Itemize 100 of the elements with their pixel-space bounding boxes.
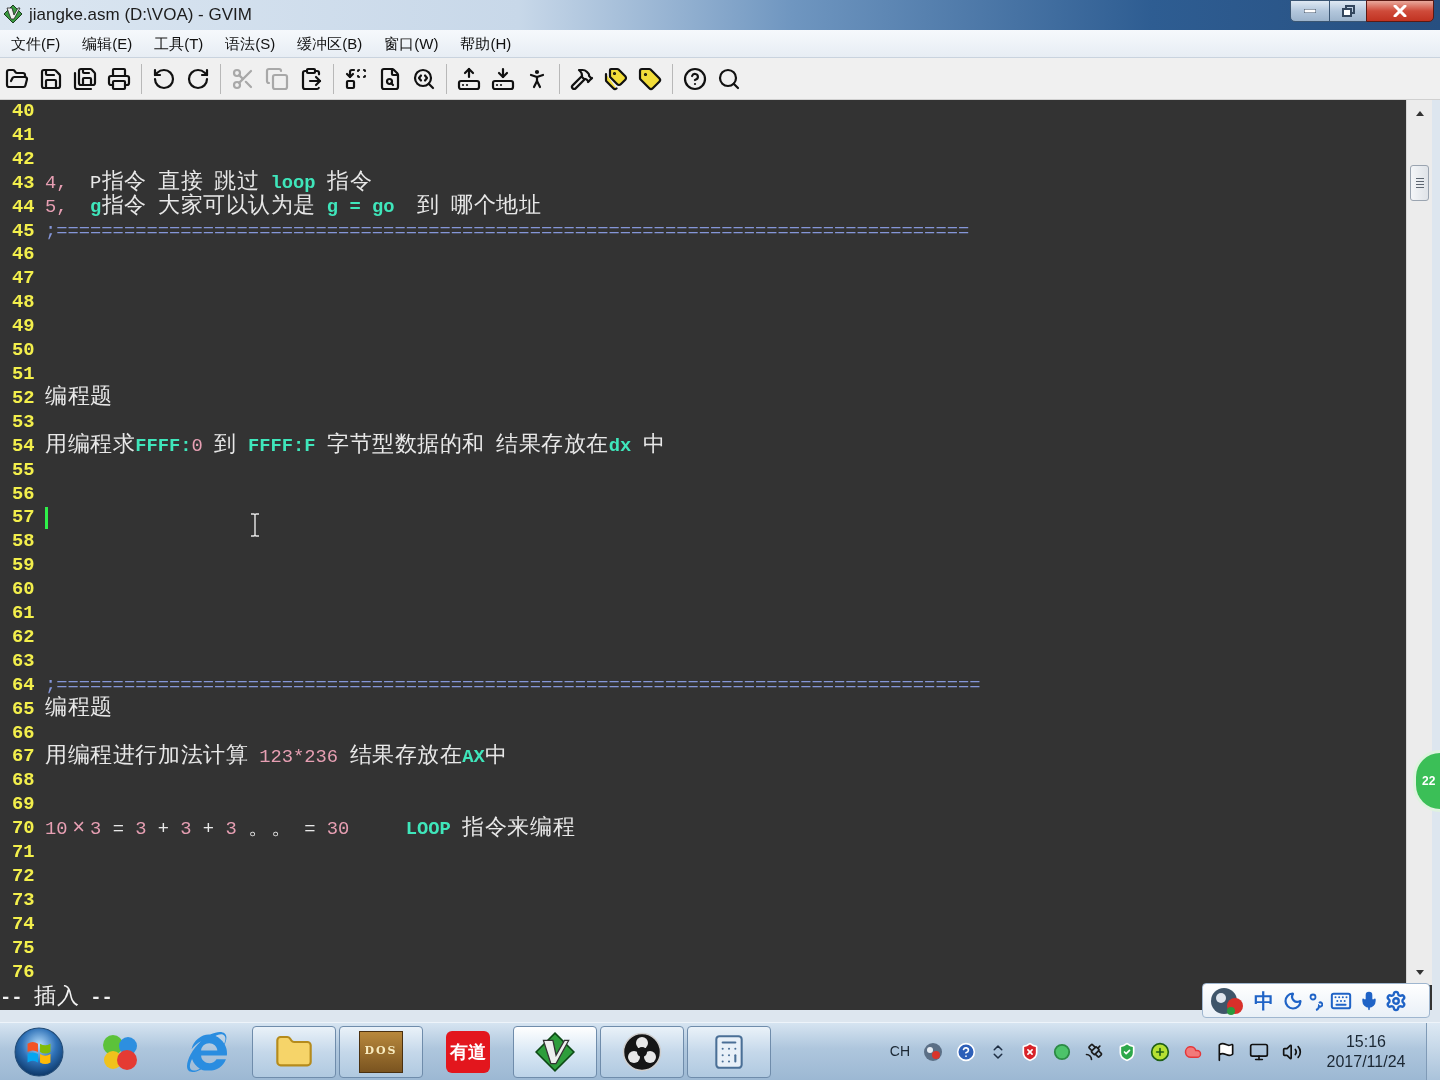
line-number: 74 bbox=[11, 912, 36, 937]
copy-icon bbox=[265, 66, 289, 91]
code-search-icon bbox=[412, 66, 436, 91]
save-all-icon bbox=[73, 66, 97, 91]
line-number: 59 bbox=[11, 554, 36, 579]
line-number: 54 bbox=[11, 434, 36, 459]
down-arrow-icon bbox=[1415, 969, 1424, 975]
start-orb-icon[interactable] bbox=[14, 1026, 64, 1077]
line-number: 58 bbox=[11, 530, 36, 555]
undo-icon bbox=[152, 66, 176, 91]
line-number: 45 bbox=[11, 219, 36, 244]
code-line: ;================================================================================= bbox=[45, 219, 970, 244]
minimize-icon bbox=[1304, 9, 1316, 13]
code-line: 编程题 bbox=[45, 697, 113, 723]
line-number: 41 bbox=[11, 123, 36, 148]
line-number: 73 bbox=[11, 888, 36, 913]
replace-icon bbox=[344, 66, 368, 91]
upload-icon bbox=[457, 66, 481, 91]
close-icon bbox=[1393, 5, 1407, 17]
restore-icon bbox=[1341, 5, 1355, 17]
circle-logo-icon bbox=[622, 1031, 662, 1072]
code-line: 用编程进行加法计算 123*236 结果存放在AX中 bbox=[45, 744, 508, 770]
line-number: 57 bbox=[11, 506, 36, 531]
line-number: 47 bbox=[11, 267, 36, 292]
app-icon bbox=[3, 4, 23, 24]
diamond-logo-icon bbox=[534, 1030, 576, 1073]
code-line: 编程题 bbox=[45, 386, 113, 412]
printer-icon bbox=[107, 66, 131, 91]
up-arrow-icon bbox=[1415, 110, 1424, 116]
file-search-icon bbox=[378, 66, 402, 91]
clipboard-icon bbox=[299, 66, 323, 91]
window-title: jiangke.asm (D:\VOA) - GVIM bbox=[29, 4, 252, 26]
menu-item[interactable]: 文件(F) bbox=[0, 31, 72, 56]
line-number: 46 bbox=[11, 243, 36, 268]
mode-status: -- 插入 -- bbox=[0, 984, 113, 1011]
round-logo-icon[interactable] bbox=[923, 1041, 943, 1062]
line-number: 66 bbox=[11, 721, 36, 746]
language-indicator[interactable]: CH bbox=[889, 1041, 910, 1062]
line-number: 67 bbox=[11, 745, 36, 770]
mouse-ibeam-icon bbox=[250, 513, 260, 537]
clock-time[interactable]: 15:16 bbox=[1345, 1031, 1386, 1052]
monitor-icon[interactable] bbox=[1249, 1041, 1269, 1062]
taskbar-button[interactable] bbox=[600, 1025, 684, 1078]
line-number: 60 bbox=[11, 578, 36, 603]
shield-x-icon[interactable] bbox=[1020, 1041, 1040, 1062]
menu-item[interactable]: 窗口(W) bbox=[373, 31, 450, 56]
line-number: 56 bbox=[11, 482, 36, 507]
code-line: 10×3 = 3 + 3 + 3 。。 = 30 LOOP 指令来编程 bbox=[45, 816, 575, 842]
scrollbar-thumb[interactable] bbox=[1410, 165, 1429, 201]
line-number: 63 bbox=[11, 649, 36, 674]
open-folder-icon bbox=[5, 66, 29, 91]
line-number: 71 bbox=[11, 841, 36, 865]
minimize-button[interactable] bbox=[1290, 0, 1330, 22]
line-number: 62 bbox=[11, 625, 36, 650]
shield-icon[interactable] bbox=[1117, 1041, 1137, 1062]
line-number: 69 bbox=[11, 793, 36, 818]
line-number: 75 bbox=[11, 936, 36, 961]
settings-icon[interactable] bbox=[1385, 989, 1407, 1012]
microphone-icon[interactable] bbox=[1359, 989, 1379, 1012]
download-icon bbox=[491, 66, 515, 91]
line-number: 68 bbox=[11, 769, 36, 794]
line-number: 65 bbox=[11, 697, 36, 722]
line-number: 49 bbox=[11, 315, 36, 340]
line-number: 76 bbox=[11, 960, 36, 985]
line-number: 43 bbox=[11, 171, 36, 196]
restore-button[interactable] bbox=[1330, 0, 1366, 22]
menu-item[interactable]: 语法(S) bbox=[214, 31, 287, 56]
app-logo: DOS bbox=[359, 1030, 403, 1073]
line-number: 55 bbox=[11, 458, 36, 483]
code-line: 用编程求FFFF:0 到 FFFF:F 字节型数据的和 结果存放在dx 中 bbox=[45, 434, 666, 460]
line-number: 61 bbox=[11, 602, 36, 626]
moon-icon[interactable] bbox=[1283, 990, 1303, 1011]
menu-item[interactable]: 缓冲区(B) bbox=[286, 31, 374, 56]
tag-icon bbox=[638, 66, 662, 91]
ime-mode-button[interactable]: 中 bbox=[1251, 990, 1277, 1011]
speaker-icon[interactable] bbox=[1282, 1041, 1302, 1062]
line-number: 48 bbox=[11, 291, 36, 316]
close-button[interactable] bbox=[1366, 0, 1434, 22]
taskbar-button[interactable]: 有道 bbox=[426, 1025, 510, 1078]
app-logo: 有道 bbox=[446, 1030, 490, 1073]
flag-icon[interactable] bbox=[1216, 1041, 1236, 1062]
menu-item[interactable]: 工具(T) bbox=[143, 31, 215, 56]
help-icon[interactable] bbox=[956, 1041, 976, 1062]
clock-date[interactable]: 2017/11/24 bbox=[1326, 1051, 1406, 1072]
line-number: 51 bbox=[11, 362, 36, 387]
circle-icon[interactable] bbox=[1053, 1042, 1071, 1061]
line-number: 64 bbox=[11, 673, 36, 698]
line-number: 53 bbox=[11, 410, 36, 435]
save-icon bbox=[39, 66, 63, 91]
taskbar-button[interactable] bbox=[513, 1025, 597, 1078]
plus-icon[interactable] bbox=[1150, 1041, 1170, 1062]
line-number: 42 bbox=[11, 147, 36, 172]
menu-item[interactable]: 编辑(E) bbox=[71, 31, 144, 56]
hammer-icon bbox=[570, 66, 594, 91]
round-logo-icon[interactable] bbox=[1209, 985, 1245, 1016]
line-number: 44 bbox=[11, 195, 36, 220]
menu-item[interactable]: 帮助(H) bbox=[449, 31, 523, 56]
taskbar-button[interactable]: DOS bbox=[339, 1025, 423, 1078]
satellite-icon[interactable] bbox=[1084, 1041, 1104, 1062]
line-number: 50 bbox=[11, 339, 36, 363]
